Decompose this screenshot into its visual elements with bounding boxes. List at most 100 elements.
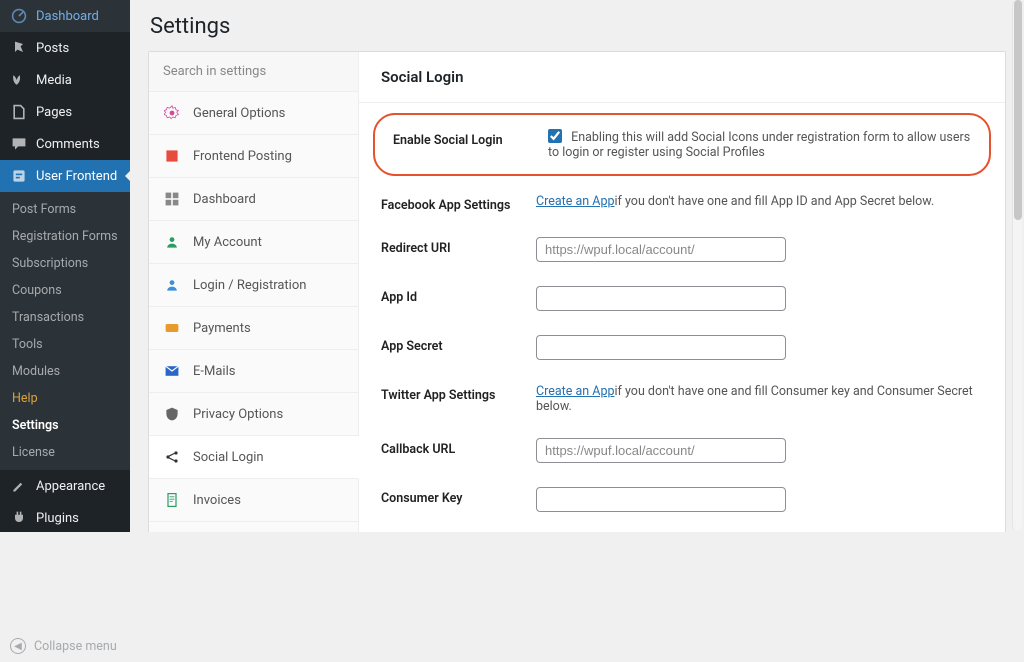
menu-label: Settings [36,607,83,622]
submenu-post-forms[interactable]: Post Forms [0,196,130,223]
menu-label: Tools [36,575,68,590]
submenu-subscriptions[interactable]: Subscriptions [0,250,130,277]
nav-payments[interactable]: Payments [149,307,358,350]
menu-posts[interactable]: Posts [0,32,130,64]
redirect-label: Redirect URI [381,237,536,256]
scrollbar-thumb[interactable] [1014,0,1022,220]
share-icon [163,448,181,466]
collapse-menu[interactable]: ◀ Collapse menu [0,630,130,662]
consumer-key-input[interactable] [536,487,786,512]
collapse-icon: ◀ [10,638,26,654]
plugins-icon [10,509,28,527]
enable-label: Enable Social Login [393,129,548,148]
nav-invoices[interactable]: Invoices [149,479,358,522]
tools-icon [10,573,28,591]
nav-general[interactable]: General Options [149,92,358,135]
menu-comments[interactable]: Comments [0,128,130,160]
nav-label: Social Login [193,450,264,465]
grid-icon [163,190,181,208]
nav-label: General Options [193,106,285,121]
menu-label: Users [36,543,69,558]
menu-tools[interactable]: Tools [0,566,130,598]
menu-media[interactable]: Media [0,64,130,96]
submenu-coupons[interactable]: Coupons [0,277,130,304]
submenu-settings[interactable]: Settings [0,412,130,439]
pin-icon [10,39,28,57]
consumer-key-label: Consumer Key [381,487,536,506]
menu-label: Media [36,73,72,88]
appearance-icon [10,477,28,495]
app-id-input[interactable] [536,286,786,311]
menu-label: User Frontend [36,169,117,184]
nav-label: Dashboard [193,192,256,207]
menu-label: Pages [36,105,72,120]
shield-icon [163,405,181,423]
user-frontend-submenu: Post Forms Registration Forms Subscripti… [0,192,130,470]
menu-settings[interactable]: Settings [0,598,130,630]
app-id-label: App Id [381,286,536,305]
menu-label: Posts [36,41,69,56]
nav-label: Frontend Posting [193,149,292,164]
comments-icon [10,135,28,153]
dashboard-icon [10,7,28,25]
nav-label: Invoices [193,493,241,508]
submenu-help[interactable]: Help [0,385,130,412]
submenu-transactions[interactable]: Transactions [0,304,130,331]
settings-icon [10,605,28,623]
menu-users[interactable]: Users [0,534,130,566]
menu-pages[interactable]: Pages [0,96,130,128]
settings-search[interactable]: Search in settings [149,52,358,92]
nav-label: E-Mails [193,364,235,379]
settings-nav: Search in settings General Options Front… [149,52,359,532]
page-title: Settings [150,14,1006,39]
media-icon [10,71,28,89]
menu-user-frontend[interactable]: User Frontend [0,160,130,192]
submenu-tools[interactable]: Tools [0,331,130,358]
nav-label: My Account [193,235,262,250]
users-icon [10,541,28,559]
menu-dashboard[interactable]: Dashboard [0,0,130,32]
menu-plugins[interactable]: Plugins [0,502,130,534]
nav-dashboard[interactable]: Dashboard [149,178,358,221]
scrollbar[interactable] [1012,0,1022,531]
post-icon [163,147,181,165]
nav-label: Login / Registration [193,278,306,293]
settings-panel: Search in settings General Options Front… [148,51,1006,532]
admin-sidebar: Dashboard Posts Media Pages Comments Use… [0,0,130,532]
twitter-create-app-link[interactable]: Create an App [536,384,615,399]
app-secret-label: App Secret [381,335,536,354]
app-secret-input[interactable] [536,335,786,360]
facebook-label: Facebook App Settings [381,194,536,213]
redirect-input[interactable] [536,237,786,262]
nav-label: Privacy Options [193,407,283,422]
nav-tax[interactable]: Tax [149,522,358,532]
nav-emails[interactable]: E-Mails [149,350,358,393]
enable-checkbox[interactable] [548,129,562,143]
settings-content: Social Login Enable Social Login Enablin… [359,52,1005,532]
user-frontend-icon [10,167,28,185]
login-icon [163,276,181,294]
submenu-modules[interactable]: Modules [0,358,130,385]
nav-social-login[interactable]: Social Login [149,436,359,479]
invoice-icon [163,491,181,509]
nav-my-account[interactable]: My Account [149,221,358,264]
submenu-registration-forms[interactable]: Registration Forms [0,223,130,250]
menu-label: Plugins [36,511,79,526]
facebook-desc: if you don't have one and fill App ID an… [615,194,935,209]
nav-frontend-posting[interactable]: Frontend Posting [149,135,358,178]
menu-label: Comments [36,137,100,152]
payments-icon [163,319,181,337]
callback-input[interactable] [536,438,786,463]
highlight-enable-social: Enable Social Login Enabling this will a… [373,113,991,176]
callback-label: Callback URL [381,438,536,457]
enable-desc: Enabling this will add Social Icons unde… [548,130,970,160]
facebook-create-app-link[interactable]: Create an App [536,194,615,209]
gear-icon [163,104,181,122]
menu-appearance[interactable]: Appearance [0,470,130,502]
nav-privacy[interactable]: Privacy Options [149,393,358,436]
main-area: Settings Search in settings General Opti… [130,0,1024,532]
section-title: Social Login [359,52,1005,103]
nav-login-registration[interactable]: Login / Registration [149,264,358,307]
submenu-license[interactable]: License [0,439,130,466]
twitter-label: Twitter App Settings [381,384,536,403]
